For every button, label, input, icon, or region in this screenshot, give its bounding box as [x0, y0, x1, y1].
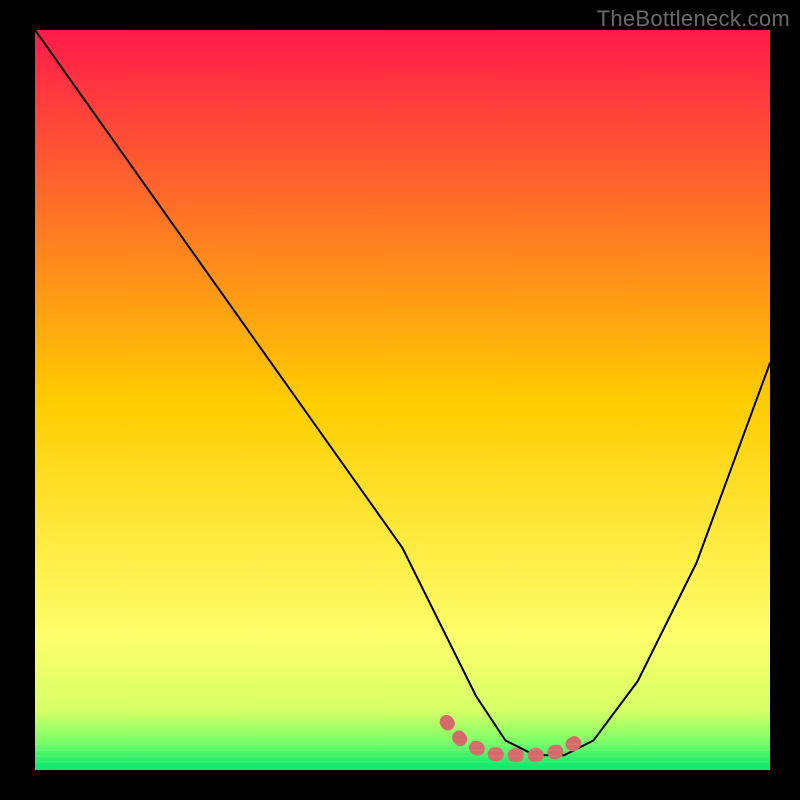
watermark-text: TheBottleneck.com — [597, 6, 790, 32]
bottleneck-chart — [0, 0, 800, 800]
plot-background — [35, 30, 770, 770]
chart-stage: TheBottleneck.com — [0, 0, 800, 800]
